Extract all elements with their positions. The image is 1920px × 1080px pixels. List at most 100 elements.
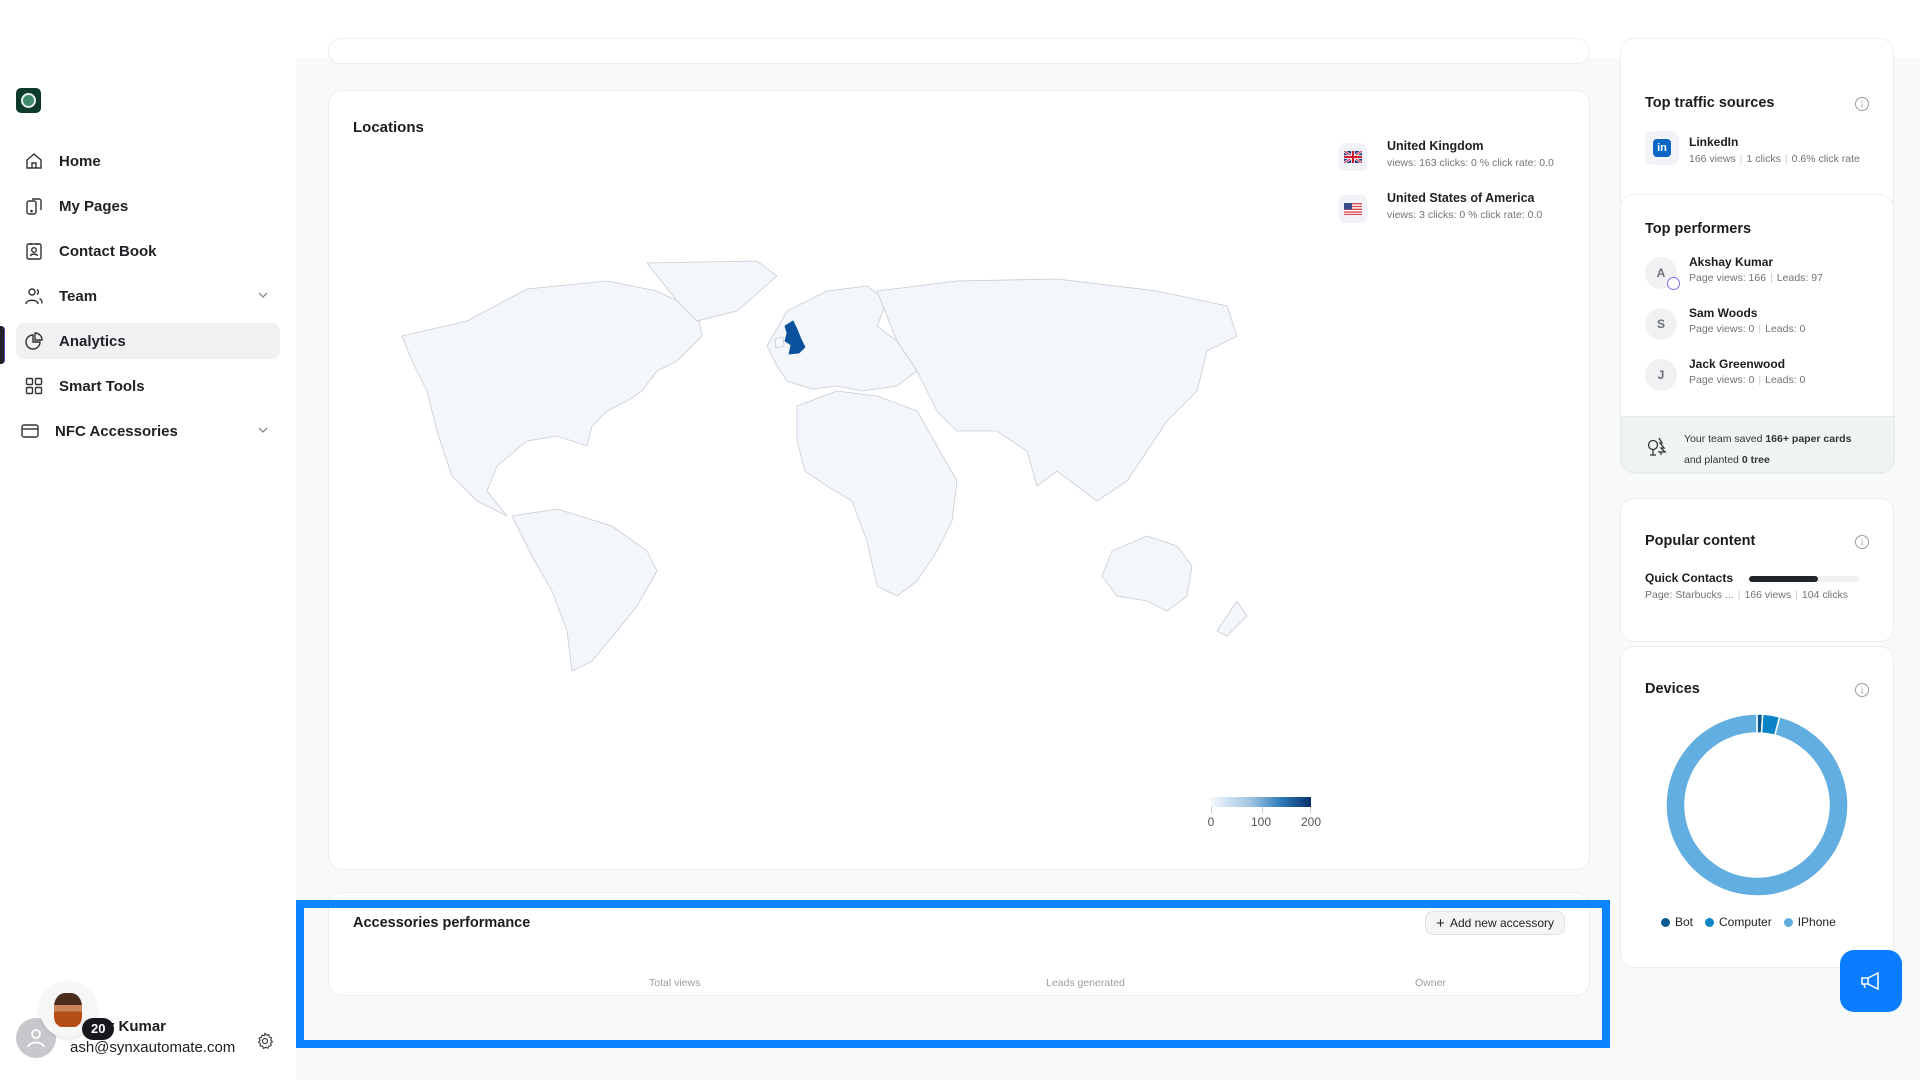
chevron-down-icon[interactable] — [256, 288, 270, 302]
performer-name: Jack Greenwood — [1689, 357, 1786, 371]
uk-flag-icon — [1339, 143, 1367, 171]
content-stats: Page: Starbucks ... | 166 views | 104 clicks — [1645, 589, 1848, 601]
sidebar-item-home[interactable]: Home — [16, 143, 280, 179]
starbucks-logo[interactable] — [16, 88, 41, 113]
sidebar-item-label: Smart Tools — [59, 377, 145, 395]
home-icon — [24, 151, 44, 171]
performer-stats: Page views: 0 | Leads: 0 — [1689, 323, 1806, 335]
map-region-ireland — [774, 336, 785, 349]
sidebar-item-nfc-accessories[interactable]: NFC Accessories — [16, 413, 280, 449]
user-profile[interactable]: y Kumar 20 ash@synxautomate.com — [16, 980, 286, 1060]
performer-item[interactable]: S Sam Woods Page views: 0 | Leads: 0 — [1645, 306, 1875, 350]
previous-card — [328, 38, 1590, 64]
feedback-button[interactable] — [1840, 950, 1902, 1012]
locations-title: Locations — [353, 119, 424, 136]
devices-donut-chart[interactable] — [1665, 713, 1849, 897]
performer-name: Sam Woods — [1689, 306, 1758, 320]
info-icon[interactable]: i — [1855, 535, 1869, 549]
map-region-north-america — [401, 280, 703, 517]
info-icon[interactable]: i — [1855, 683, 1869, 697]
column-header-leads-generated[interactable]: Leads generated — [1046, 977, 1125, 989]
traffic-source-item[interactable]: in LinkedIn 166 views | 1 clicks | 0.6% clic… — [1621, 83, 1895, 165]
performers-title: Top performers — [1645, 221, 1752, 237]
color-scale-legend: 0 100 200 — [1181, 797, 1321, 829]
scale-label-min: 0 — [1207, 815, 1215, 829]
legend-dot — [1705, 917, 1715, 927]
top-performers-card: Top performers A Akshay Kumar Page views… — [1620, 194, 1895, 474]
sidebar-nav: Home My Pages Contact Book Team Analytic… — [16, 143, 280, 458]
performer-item[interactable]: A Akshay Kumar Page views: 166 | Leads: 97 — [1645, 255, 1875, 299]
location-item[interactable]: United Kingdom views: 163 clicks: 0 % cl… — [1339, 139, 1579, 191]
legend-dot — [1661, 917, 1670, 927]
pages-icon — [24, 196, 44, 216]
map-region-south-america — [511, 508, 658, 672]
sidebar-item-analytics[interactable]: Analytics — [16, 323, 280, 359]
add-accessory-label: Add new accessory — [1449, 916, 1554, 930]
legend-label: Bot — [1675, 915, 1694, 929]
performer-name: Akshay Kumar — [1689, 255, 1774, 269]
accessories-performance-card: Accessories performance + Add new access… — [328, 892, 1590, 996]
content-progress-fill — [1749, 576, 1819, 582]
sidebar-item-label: Home — [59, 152, 101, 170]
sidebar-item-label: Analytics — [59, 332, 126, 350]
map-region-new-zealand — [1216, 600, 1248, 637]
right-panel: Top traffic sources i in LinkedIn 166 vi… — [1620, 38, 1920, 1080]
sidebar-item-label: NFC Accessories — [55, 422, 178, 440]
column-header-total-views[interactable]: Total views — [649, 977, 700, 989]
performer-avatar: J — [1645, 359, 1677, 391]
map-region-africa — [796, 390, 958, 597]
devices-card: Devices i Bot Computer IPhone — [1620, 646, 1894, 968]
plus-icon: + — [1436, 914, 1445, 932]
contact-book-icon — [24, 241, 44, 261]
sidebar-item-label: Team — [59, 287, 98, 305]
notification-badge[interactable]: 20 — [82, 1018, 115, 1040]
donut-slice-iphone[interactable] — [1665, 713, 1849, 897]
chevron-down-icon[interactable] — [256, 423, 270, 437]
legend-item-computer[interactable]: Computer — [1705, 915, 1772, 929]
us-flag-icon — [1339, 195, 1367, 223]
sidebar-item-contact-book[interactable]: Contact Book — [16, 233, 280, 269]
legend-dot — [1783, 917, 1793, 927]
accessories-title: Accessories performance — [353, 915, 531, 931]
eco-text: Your team saved 166+ paper cards and plan… — [1684, 433, 1852, 466]
sidebar-item-smart-tools[interactable]: Smart Tools — [16, 368, 280, 404]
performer-stats: Page views: 166 | Leads: 97 — [1689, 272, 1823, 284]
scale-label-max: 200 — [1300, 815, 1322, 829]
map-region-australia — [1101, 535, 1193, 612]
performer-stats: Page views: 0 | Leads: 0 — [1689, 374, 1806, 386]
devices-legend: Bot Computer IPhone — [1661, 915, 1836, 929]
crown-icon — [1667, 277, 1680, 290]
content-name: Quick Contacts — [1645, 571, 1734, 585]
column-header-owner[interactable]: Owner — [1415, 977, 1446, 989]
legend-label: Computer — [1719, 915, 1772, 929]
locations-card: Locations United Kingdom views: 163 clic… — [328, 90, 1590, 870]
sidebar-item-label: Contact Book — [59, 242, 157, 260]
user-name: y Kumar — [106, 1018, 167, 1035]
team-icon — [24, 286, 44, 306]
sidebar-item-my-pages[interactable]: My Pages — [16, 188, 280, 224]
grid-icon — [24, 376, 44, 396]
pie-chart-icon — [24, 331, 44, 351]
add-new-accessory-button[interactable]: + Add new accessory — [1425, 911, 1565, 935]
country-name: United Kingdom — [1387, 139, 1484, 153]
location-item[interactable]: United States of America views: 3 clicks… — [1339, 191, 1579, 243]
sidebar-item-team[interactable]: Team — [16, 278, 280, 314]
megaphone-icon — [1861, 971, 1879, 991]
sidebar: Home My Pages Contact Book Team Analytic… — [0, 58, 296, 1080]
main-content: Locations United Kingdom views: 163 clic… — [296, 38, 1620, 1080]
country-name: United States of America — [1387, 191, 1535, 205]
performer-item[interactable]: J Jack Greenwood Page views: 0 | Leads: 0 — [1645, 357, 1875, 401]
world-map[interactable] — [357, 251, 1317, 681]
card-icon — [20, 421, 40, 441]
legend-item-bot[interactable]: Bot — [1661, 915, 1693, 929]
active-indicator — [0, 326, 5, 364]
legend-item-iphone[interactable]: IPhone — [1783, 915, 1836, 929]
linkedin-icon: in — [1645, 131, 1679, 165]
trees-icon — [1647, 437, 1667, 456]
popular-title: Popular content — [1645, 533, 1756, 549]
eco-impact-banner: Your team saved 166+ paper cards and plan… — [1621, 416, 1895, 473]
sidebar-item-label: My Pages — [59, 197, 129, 215]
performer-avatar: S — [1645, 308, 1677, 340]
devices-title: Devices — [1645, 681, 1700, 697]
gear-icon[interactable] — [256, 1032, 274, 1050]
